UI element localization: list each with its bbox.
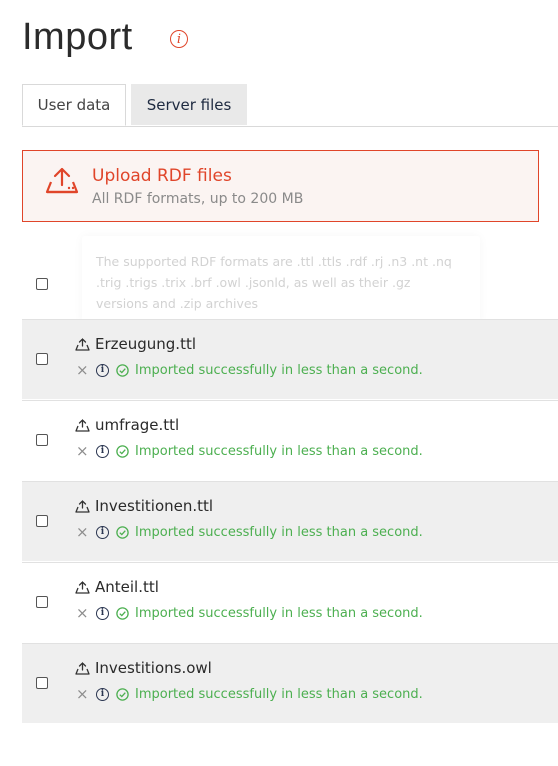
status-line: × i Imported successfully in less than a… xyxy=(76,686,423,702)
info-icon[interactable]: i xyxy=(96,525,109,539)
info-icon[interactable]: i xyxy=(170,30,188,48)
status-text: Imported successfully in less than a sec… xyxy=(135,605,423,621)
upload-icon xyxy=(45,167,79,194)
status-text: Imported successfully in less than a sec… xyxy=(135,443,423,459)
info-icon[interactable]: i xyxy=(96,444,109,458)
file-name: Erzeugung.ttl xyxy=(95,335,197,353)
status-line: × i Imported successfully in less than a… xyxy=(76,443,423,459)
remove-icon[interactable]: × xyxy=(76,363,89,378)
file-row: Erzeugung.ttl × i Imported successfully … xyxy=(22,319,558,399)
file-row: Investitions.owl × i Imported successful… xyxy=(22,643,558,723)
file-row: Anteil.ttl × i Imported successfully in … xyxy=(22,562,558,642)
success-check-icon xyxy=(116,363,129,377)
file-upload-icon xyxy=(75,338,90,351)
file-upload-icon xyxy=(75,662,90,675)
tab-user-data[interactable]: User data xyxy=(22,84,126,126)
row-checkbox[interactable] xyxy=(36,515,48,527)
row-checkbox[interactable] xyxy=(36,434,48,446)
supported-formats-tooltip: The supported RDF formats are .ttl .ttls… xyxy=(82,236,480,324)
row-checkbox[interactable] xyxy=(36,596,48,608)
info-icon[interactable]: i xyxy=(96,687,109,701)
page-title: Import xyxy=(22,16,133,58)
success-check-icon xyxy=(116,444,129,458)
file-name: Investitionen.ttl xyxy=(95,497,214,515)
file-upload-icon xyxy=(75,500,90,513)
info-icon[interactable]: i xyxy=(96,606,109,620)
file-name: Investitions.owl xyxy=(95,659,212,677)
success-check-icon xyxy=(116,687,129,701)
file-row: Investitionen.ttl × i Imported successfu… xyxy=(22,481,558,561)
status-line: × i Imported successfully in less than a… xyxy=(76,362,423,378)
remove-icon[interactable]: × xyxy=(76,687,89,702)
file-upload-icon xyxy=(75,419,90,432)
status-line: × i Imported successfully in less than a… xyxy=(76,605,423,621)
tab-bar: User data Server files xyxy=(22,84,558,127)
status-text: Imported successfully in less than a sec… xyxy=(135,524,423,540)
upload-rdf-button[interactable]: Upload RDF files All RDF formats, up to … xyxy=(22,150,539,222)
file-name: Anteil.ttl xyxy=(95,578,159,596)
select-all-checkbox[interactable] xyxy=(36,278,48,290)
file-upload-icon xyxy=(75,581,90,594)
status-text: Imported successfully in less than a sec… xyxy=(135,686,423,702)
status-text: Imported successfully in less than a sec… xyxy=(135,362,423,378)
remove-icon[interactable]: × xyxy=(76,444,89,459)
remove-icon[interactable]: × xyxy=(76,606,89,621)
upload-title: Upload RDF files xyxy=(92,166,232,186)
success-check-icon xyxy=(116,525,129,539)
info-icon[interactable]: i xyxy=(96,363,109,377)
tooltip-text: The supported RDF formats are .ttl .ttls… xyxy=(96,254,452,311)
file-name: umfrage.ttl xyxy=(95,416,180,434)
success-check-icon xyxy=(116,606,129,620)
file-row: umfrage.ttl × i Imported successfully in… xyxy=(22,400,558,480)
upload-subtitle: All RDF formats, up to 200 MB xyxy=(92,191,304,207)
row-checkbox[interactable] xyxy=(36,677,48,689)
tab-server-files[interactable]: Server files xyxy=(131,84,247,125)
status-line: × i Imported successfully in less than a… xyxy=(76,524,423,540)
row-checkbox[interactable] xyxy=(36,353,48,365)
remove-icon[interactable]: × xyxy=(76,525,89,540)
